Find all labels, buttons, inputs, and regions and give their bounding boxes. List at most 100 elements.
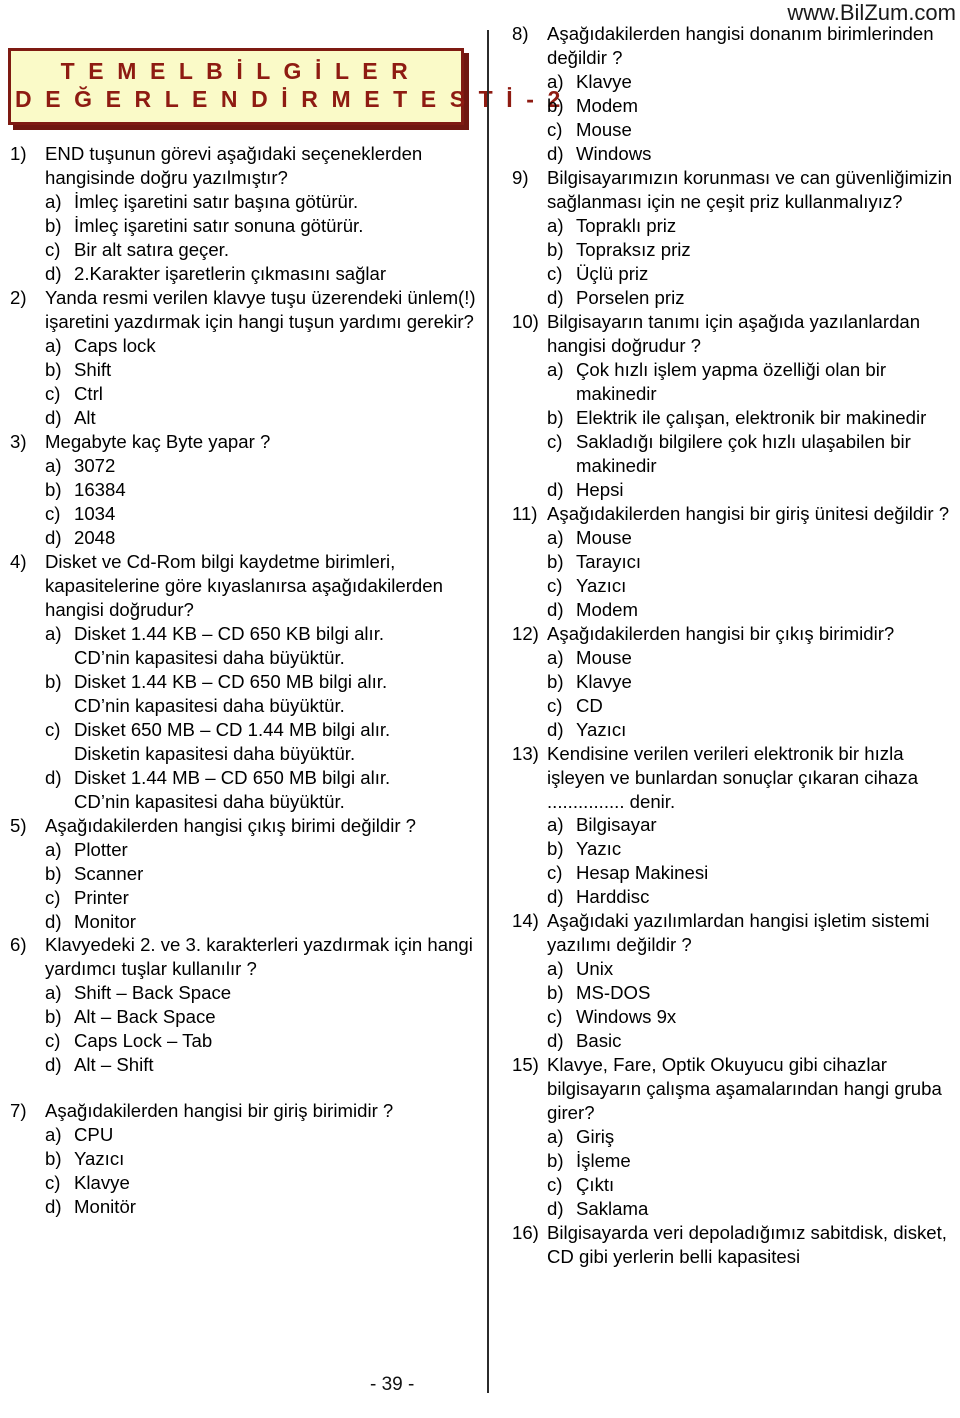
option-text: 16384 xyxy=(74,478,126,500)
option-item[interactable]: b) Scanner xyxy=(10,862,478,886)
question-number: 3) xyxy=(10,430,27,452)
option-item[interactable]: c) Caps Lock – Tab xyxy=(10,1029,478,1053)
option-item[interactable]: d) Disket 1.44 MB – CD 650 MB bilgi alır. xyxy=(10,766,478,790)
option-letter: b) xyxy=(547,94,564,116)
option-item[interactable]: c) Sakladığı bilgilere çok hızlı ulaşabil… xyxy=(512,430,956,478)
option-item[interactable]: a) 3072 xyxy=(10,454,478,478)
option-item[interactable]: d) 2048 xyxy=(10,526,478,550)
option-text: Sakladığı bilgilere çok hızlı ulaşabilen… xyxy=(576,430,911,476)
option-letter: c) xyxy=(547,1174,563,1196)
option-letter: c) xyxy=(547,694,563,716)
option-item[interactable]: a) Çok hızlı işlem yapma özelliği olan bi… xyxy=(512,358,956,406)
option-item[interactable]: c) Klavye xyxy=(10,1171,478,1195)
option-letter: a) xyxy=(45,190,62,212)
option-text: Shift xyxy=(74,358,112,380)
option-letter: a) xyxy=(547,526,564,548)
option-text: Giriş xyxy=(576,1126,615,1148)
option-item[interactable]: a) Disket 1.44 KB – CD 650 KB bilgi alır. xyxy=(10,622,478,646)
option-text: Monitör xyxy=(74,1196,137,1218)
option-item[interactable]: b) Yazıcı xyxy=(10,1147,478,1171)
option-item[interactable]: a) Plotter xyxy=(10,838,478,862)
option-item[interactable]: a) Giriş xyxy=(512,1125,956,1149)
option-letter: a) xyxy=(45,1124,62,1146)
question-block: 13) Kendisine verilen verileri elektronik… xyxy=(512,742,956,910)
option-item[interactable]: a) Bilgisayar xyxy=(512,813,956,837)
question-block: 2) Yanda resmi verilen klavye tuşu üzeren… xyxy=(10,286,478,430)
option-letter: d) xyxy=(547,886,564,908)
option-item[interactable]: d) Porselen priz xyxy=(512,286,956,310)
option-item[interactable]: b) Modem xyxy=(512,94,956,118)
option-item[interactable]: c) Bir alt satıra geçer. xyxy=(10,238,478,262)
option-item[interactable]: a) CPU xyxy=(10,1123,478,1147)
option-item[interactable]: b) İmleç işaretini satır sonuna götürür. xyxy=(10,214,478,238)
option-item[interactable]: c) Windows 9x xyxy=(512,1005,956,1029)
option-item[interactable]: b) Tarayıcı xyxy=(512,550,956,574)
option-item[interactable]: d) Alt xyxy=(10,406,478,430)
option-item[interactable]: c) Disket 650 MB – CD 1.44 MB bilgi alır. xyxy=(10,718,478,742)
option-item[interactable]: a) Caps lock xyxy=(10,334,478,358)
option-item[interactable]: b) Topraksız priz xyxy=(512,238,956,262)
option-item[interactable]: b) MS-DOS xyxy=(512,981,956,1005)
option-item[interactable]: b) Elektrik ile çalışan, elektronik bir m… xyxy=(512,406,956,430)
option-item[interactable]: b) 16384 xyxy=(10,478,478,502)
option-letter: d) xyxy=(45,262,62,284)
option-letter: d) xyxy=(45,406,62,428)
option-item[interactable]: d) Harddisc xyxy=(512,885,956,909)
question-block: 14) Aşağıdaki yazılımlardan hangisi işlet… xyxy=(512,909,956,1053)
option-item[interactable]: d) Yazıcı xyxy=(512,718,956,742)
question-text: Klavye, Fare, Optik Okuyucu gibi cihazla… xyxy=(547,1054,942,1124)
option-item[interactable]: c) CD xyxy=(512,694,956,718)
option-item[interactable]: c) Mouse xyxy=(512,118,956,142)
option-item[interactable]: c) Hesap Makinesi xyxy=(512,861,956,885)
option-item[interactable]: a) Topraklı priz xyxy=(512,214,956,238)
option-item[interactable]: c) Üçlü priz xyxy=(512,262,956,286)
option-text: Unix xyxy=(576,958,614,980)
option-letter: a) xyxy=(547,814,564,836)
question-text: Aşağıdakilerden hangisi çıkış birimi değ… xyxy=(45,814,417,836)
option-item[interactable]: d) Basic xyxy=(512,1029,956,1053)
option-text: Tarayıcı xyxy=(576,550,642,572)
question-block: 16) Bilgisayarda veri depoladığımız sabit… xyxy=(512,1221,956,1269)
option-text: Windows 9x xyxy=(576,1006,677,1028)
option-text: Caps Lock – Tab xyxy=(74,1030,213,1052)
question-number: 10) xyxy=(512,310,539,332)
option-item[interactable]: d) Monitor xyxy=(10,910,478,934)
option-text: Topraksız priz xyxy=(576,238,691,260)
option-item[interactable]: d) Hepsi xyxy=(512,478,956,502)
question-text: Klavyedeki 2. ve 3. karakterleri yazdırm… xyxy=(45,934,473,980)
option-item[interactable]: d) 2.Karakter işaretlerin çıkmasını sağla… xyxy=(10,262,478,286)
question-number: 7) xyxy=(10,1100,27,1122)
option-item[interactable]: a) Mouse xyxy=(512,646,956,670)
option-letter: d) xyxy=(45,1054,62,1076)
option-item[interactable]: d) Saklama xyxy=(512,1197,956,1221)
option-item[interactable]: c) Printer xyxy=(10,886,478,910)
option-item[interactable]: a) Klavye xyxy=(512,70,956,94)
option-letter: a) xyxy=(547,958,564,980)
option-letter: b) xyxy=(45,862,62,884)
option-item[interactable]: a) Shift – Back Space xyxy=(10,981,478,1005)
option-item[interactable]: b) Yazıc xyxy=(512,837,956,861)
option-item[interactable]: d) Alt – Shift xyxy=(10,1053,478,1077)
option-item[interactable]: c) Ctrl xyxy=(10,382,478,406)
option-item[interactable]: c) Çıktı xyxy=(512,1173,956,1197)
option-text: Alt – Shift xyxy=(74,1054,154,1076)
option-item[interactable]: d) Modem xyxy=(512,598,956,622)
option-letter: c) xyxy=(45,382,61,404)
option-item[interactable]: b) Alt – Back Space xyxy=(10,1005,478,1029)
question-block: 7) Aşağıdakilerden hangisi bir giriş biri… xyxy=(10,1099,478,1219)
option-item[interactable]: c) Yazıcı xyxy=(512,574,956,598)
option-item[interactable]: d) Monitör xyxy=(10,1195,478,1219)
option-item[interactable]: b) Shift xyxy=(10,358,478,382)
option-letter: a) xyxy=(547,70,564,92)
option-item[interactable]: a) Mouse xyxy=(512,526,956,550)
option-item[interactable]: b) İşleme xyxy=(512,1149,956,1173)
option-item[interactable]: a) İmleç işaretini satır başına götürür. xyxy=(10,190,478,214)
title-line-primary: T E M E L B İ L G İ L E R xyxy=(60,58,412,84)
option-item[interactable]: d) Windows xyxy=(512,142,956,166)
option-letter: a) xyxy=(45,622,62,644)
option-item[interactable]: b) Disket 1.44 KB – CD 650 MB bilgi alır. xyxy=(10,670,478,694)
option-item[interactable]: a) Unix xyxy=(512,957,956,981)
option-text: Printer xyxy=(74,886,129,908)
option-item[interactable]: b) Klavye xyxy=(512,670,956,694)
option-item[interactable]: c) 1034 xyxy=(10,502,478,526)
